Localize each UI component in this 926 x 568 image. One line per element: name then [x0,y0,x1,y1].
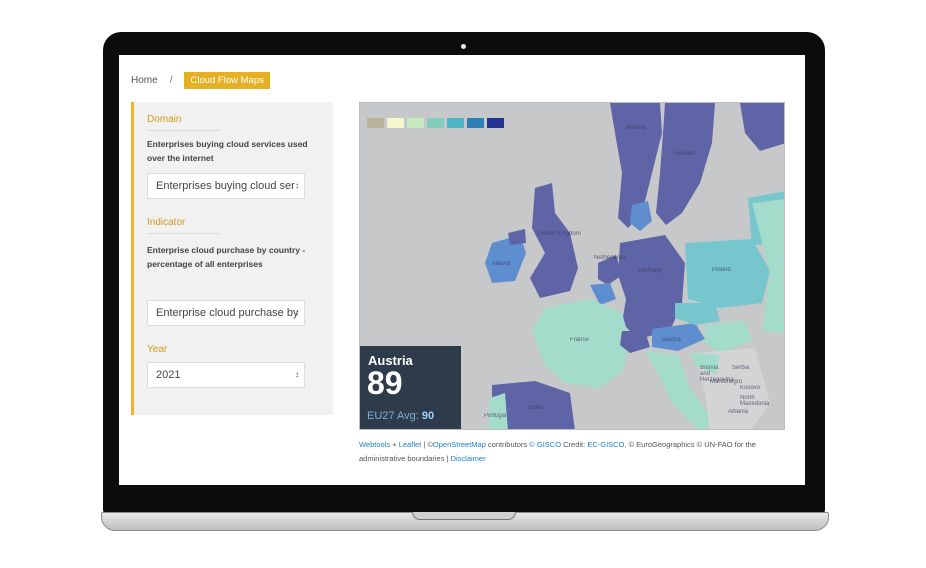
attribution-credit: Credit: [563,440,586,449]
map-label-montenegro: Montenegro [710,379,743,385]
country-uk [530,183,578,298]
map-label-austria: Austria [662,337,681,343]
map-attribution: Webtools + Leaflet | ©OpenStreetMap cont… [359,438,785,466]
legend-swatch [367,118,384,128]
map-label-uk: United Kingdom [538,231,581,237]
attribution-plus: + [392,440,397,449]
select-arrows-icon: ↕ [295,370,299,379]
map-label-poland: Poland [712,267,731,273]
filter-sidebar: Domain Enterprises buying cloud services… [131,102,333,415]
breadcrumb: Home / Cloud Flow Maps [131,72,270,89]
map-label-spain: Spain [528,405,544,411]
indicator-divider [147,233,220,234]
info-average: EU27 Avg: 90 [367,410,434,422]
breadcrumb-current: Cloud Flow Maps [184,72,270,89]
attribution-contributors: contributors [487,440,528,449]
link-disclaimer[interactable]: Disclaimer [451,454,486,463]
camera-dot [461,44,466,49]
country-sweden [656,103,715,225]
choropleth-map[interactable]: Norway Sweden United Kingdom Ireland Net… [359,102,785,430]
country-germany [618,235,685,339]
domain-divider [147,130,220,131]
year-select-value: 2021 [156,369,181,381]
link-webtools[interactable]: Webtools [359,440,390,449]
link-gisco[interactable]: © GISCO [529,440,561,449]
map-label-ireland: Ireland [492,261,511,267]
map-legend [367,118,504,128]
domain-select-value: Enterprises buying cloud ser [156,180,295,192]
info-average-value: 90 [421,410,435,422]
domain-description: Enterprises buying cloud services used o… [147,139,308,163]
laptop-notch [412,512,516,520]
select-arrows-icon: ↕ [295,181,299,190]
breadcrumb-home[interactable]: Home [131,75,158,86]
map-label-france: France [570,337,589,343]
screen: Home / Cloud Flow Maps Domain Enterprise… [119,55,805,485]
country-portugal [488,393,508,429]
country-czech [675,303,720,325]
legend-swatch [447,118,464,128]
map-label-kosovo: Kosovo [740,385,761,391]
indicator-label: Indicator [147,217,186,228]
country-denmark [630,201,652,231]
country-poland [685,239,770,308]
map-label-albania: Albania [728,409,749,415]
year-select[interactable]: 2021 ↕ [147,362,305,388]
country-france [532,299,630,388]
year-label: Year [147,344,168,355]
indicator-description: Enterprise cloud purchase by country - p… [147,245,306,269]
country-hungary [705,321,752,353]
map-label-netherlands: Netherlands [594,255,627,261]
indicator-select[interactable]: Enterprise cloud purchase by ↕ [147,300,305,326]
info-average-label: EU27 Avg: [367,410,419,422]
map-label-germany: Germany [638,268,663,274]
legend-swatch [427,118,444,128]
legend-swatch [407,118,424,128]
info-panel: Austria 89 EU27 Avg: 90 [360,346,461,429]
link-openstreetmap[interactable]: OpenStreetMap [433,440,486,449]
map-label-portugal: Portugal [484,413,507,419]
indicator-select-value: Enterprise cloud purchase by [156,307,299,319]
link-ec-gisco[interactable]: EC-GISCO [587,440,624,449]
legend-swatch [387,118,404,128]
map-label-north-macedonia: North Macedonia [740,395,770,407]
select-arrows-icon: ↕ [295,308,299,317]
map-label-sweden: Sweden [674,151,696,157]
legend-swatch [467,118,484,128]
country-finland [740,103,784,151]
attribution-sep: | [423,440,426,449]
country-northern-ireland [508,229,526,245]
breadcrumb-separator: / [169,75,173,86]
map-label-norway: Norway [626,125,647,131]
legend-swatch [487,118,504,128]
link-leaflet[interactable]: Leaflet [399,440,422,449]
map-label-serbia: Serbia [732,365,750,371]
domain-select[interactable]: Enterprises buying cloud ser ↕ [147,173,305,199]
info-value: 89 [367,365,403,401]
domain-label: Domain [147,114,182,125]
